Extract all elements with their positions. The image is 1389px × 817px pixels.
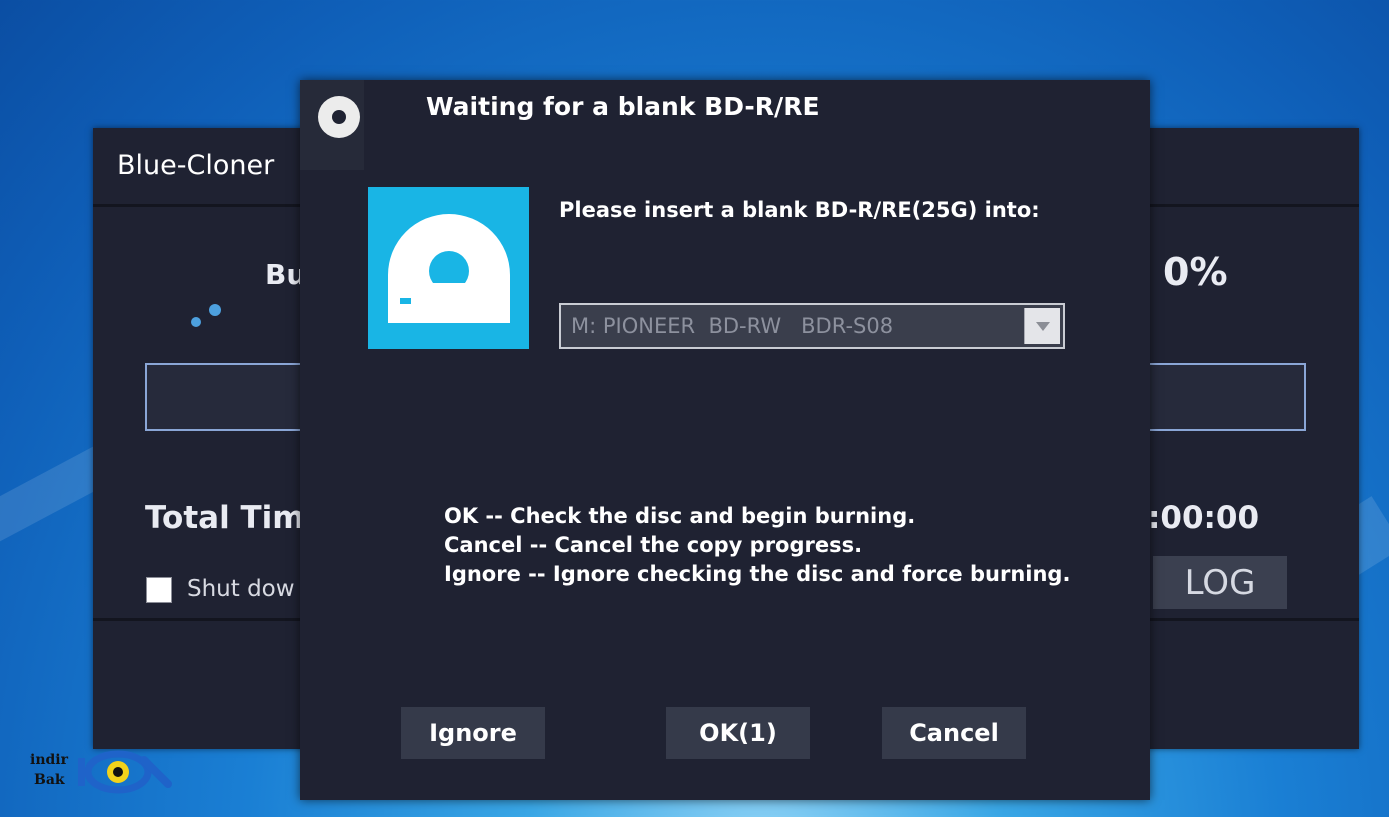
total-time-value: :00:00 (1148, 500, 1260, 536)
log-button[interactable]: LOG (1153, 556, 1287, 609)
watermark-text-indir: indir (30, 752, 68, 768)
blank-disc-dialog: Waiting for a blank BD-R/RE Please inser… (300, 80, 1150, 800)
chevron-down-icon[interactable] (1024, 308, 1060, 344)
progress-percent: 0% (1163, 250, 1228, 294)
optical-drive-icon-graphic (388, 214, 510, 323)
dialog-title: Waiting for a blank BD-R/RE (426, 92, 820, 121)
optical-drive-icon (368, 187, 529, 349)
drive-select[interactable]: M: PIONEER BD-RW BDR-S08 (559, 303, 1065, 349)
app-title: Blue-Cloner (117, 150, 275, 181)
total-time-label: Total Tim (145, 500, 305, 536)
instruction-ignore: Ignore -- Ignore checking the disc and f… (444, 562, 1071, 586)
instruction-cancel: Cancel -- Cancel the copy progress. (444, 533, 863, 557)
disc-icon (318, 96, 360, 138)
loading-spinner-dot (191, 317, 201, 327)
ignore-button[interactable]: Ignore (401, 707, 545, 759)
ok-button[interactable]: OK(1) (666, 707, 810, 759)
watermark-text-bak: Bak (34, 772, 65, 788)
shutdown-checkbox[interactable] (146, 577, 172, 603)
drive-select-value: M: PIONEER BD-RW BDR-S08 (571, 314, 894, 338)
eye-logo-icon (78, 750, 172, 794)
cancel-button[interactable]: Cancel (882, 707, 1026, 759)
insert-disc-prompt: Please insert a blank BD-R/RE(25G) into: (559, 198, 1040, 222)
shutdown-label: Shut dow (187, 576, 295, 602)
button-instructions: OK -- Check the disc and begin burning. … (444, 502, 1070, 589)
instruction-ok: OK -- Check the disc and begin burning. (444, 504, 916, 528)
watermark-logo: indir Bak (28, 748, 173, 798)
loading-spinner-dot (209, 304, 221, 316)
